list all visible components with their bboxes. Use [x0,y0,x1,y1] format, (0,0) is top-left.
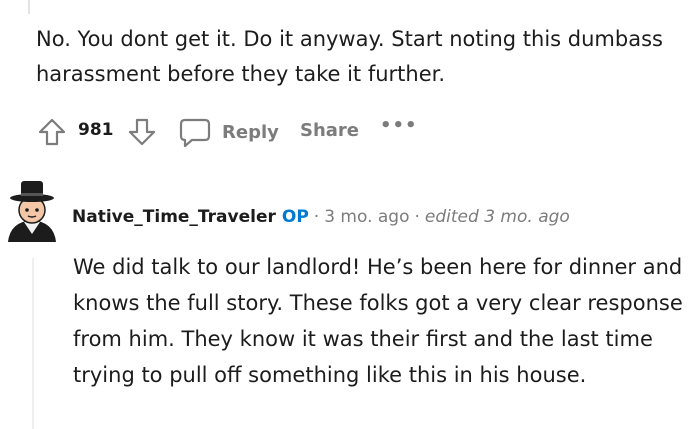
upvote-icon [38,118,66,146]
op-badge: OP [281,207,309,227]
reply-label: Reply [222,121,279,143]
parent-comment-body: No. You dont get it. Do it anyway. Start… [36,27,663,86]
thread-line-top [28,0,30,14]
meta-separator: · [414,207,420,227]
meta-separator: · [313,207,320,227]
downvote-icon [128,118,156,146]
share-button[interactable]: Share [300,120,359,141]
comment-icon [179,118,211,148]
edited-label: edited 3 mo. ago [424,207,570,227]
avatar[interactable] [2,178,62,242]
author-name[interactable]: Native_Time_Traveler [72,207,276,227]
vote-count: 981 [78,120,114,140]
upvote-button[interactable] [36,116,68,148]
more-options-button[interactable]: ••• [380,115,418,136]
downvote-button[interactable] [126,116,158,148]
reply-thread-line[interactable] [32,258,34,429]
reply-button[interactable]: Reply [178,116,279,148]
comment-action-bar: 981 Reply Share ••• [36,113,456,151]
timestamp[interactable]: 3 mo. ago [324,207,409,227]
more-icon: ••• [380,115,418,136]
reply-meta: Native_Time_Traveler OP · 3 mo. ago · edited … [72,205,570,229]
share-label: Share [300,120,360,141]
score: 981 [78,120,114,140]
reply-comment-body: We did talk to our landlord! He’s been h… [73,255,683,387]
